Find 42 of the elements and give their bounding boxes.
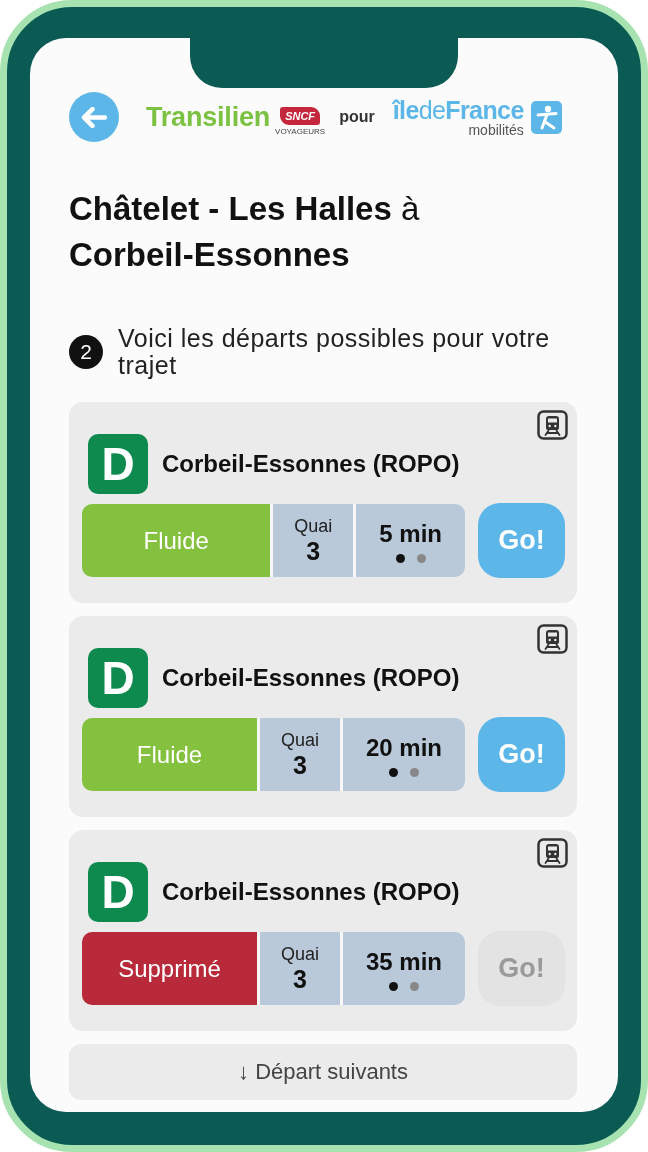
line-badge: D	[88, 648, 148, 708]
destination-text: Corbeil-Essonnes (ROPO)	[162, 450, 460, 478]
pager-dot-icon[interactable]	[416, 553, 426, 563]
step-instruction: Voici les départs possibles pour votre trajet	[118, 325, 551, 379]
platform-label: Quai	[280, 943, 319, 964]
train-icon	[537, 410, 568, 440]
idf-tagline: mobilités	[468, 122, 524, 138]
sncf-logo: SNCF	[280, 106, 321, 125]
departure-time: 5 min	[379, 518, 442, 549]
pager-dot-icon[interactable]	[395, 553, 405, 563]
platform-number: 3	[306, 536, 321, 566]
next-departures-button[interactable]: ↓ Départ suivants	[69, 1044, 577, 1100]
transilien-logo-text: Transilien	[146, 101, 271, 133]
step-number: 2	[69, 335, 103, 369]
back-button[interactable]	[69, 92, 119, 142]
platform-label: Quai	[280, 729, 319, 750]
train-icon	[537, 624, 568, 654]
status-indicator: Supprimé	[82, 932, 257, 1005]
platform-label: Quai	[294, 515, 333, 536]
platform-number: 3	[293, 964, 307, 994]
route-title: Châtelet - Les Halles à Corbeil-Essonnes	[69, 189, 421, 275]
pager-dot-icon[interactable]	[389, 981, 398, 991]
line-badge: D	[88, 862, 148, 922]
status-indicator: Fluide	[82, 504, 271, 577]
destination-text: Corbeil-Essonnes (ROPO)	[162, 878, 460, 906]
connector-text: pour	[339, 108, 375, 126]
person-icon	[530, 100, 562, 134]
departure-time: 20 min	[365, 732, 442, 763]
pager-dot-icon[interactable]	[410, 767, 419, 777]
go-button[interactable]: Go!	[478, 503, 565, 578]
destination-text: Corbeil-Essonnes (ROPO)	[162, 664, 460, 692]
line-badge: D	[88, 434, 148, 494]
pager-dot-icon[interactable]	[410, 981, 419, 991]
platform-number: 3	[293, 750, 307, 780]
go-button[interactable]: Go!	[478, 717, 565, 792]
sncf-tagline: VOYAGEURS	[275, 126, 326, 136]
status-indicator: Fluide	[82, 718, 257, 791]
pager-dot-icon[interactable]	[389, 767, 398, 777]
departure-time: 35 min	[365, 946, 442, 977]
idf-logo-text: îledeFrance	[392, 96, 524, 123]
train-icon	[537, 838, 568, 868]
arrow-left-icon	[80, 106, 108, 128]
